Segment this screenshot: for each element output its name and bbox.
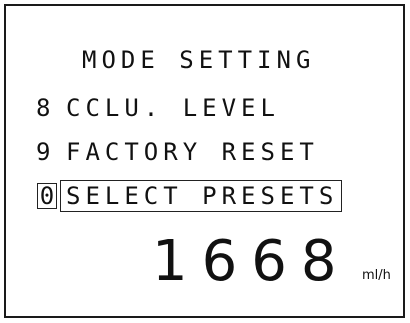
menu-item-factory-reset[interactable]: 9 FACTORY RESET: [36, 138, 319, 166]
menu-item-number: 8: [36, 94, 56, 122]
menu-item-label: FACTORY RESET: [66, 138, 319, 166]
menu-item-cclu-level[interactable]: 8 CCLU. LEVEL: [36, 94, 280, 122]
rate-readout-value: 1668: [152, 229, 351, 294]
menu-item-select-presets[interactable]: 0 SELECT PRESETS: [36, 180, 343, 212]
menu-item-number: 9: [36, 138, 56, 166]
menu-item-label: CCLU. LEVEL: [66, 94, 280, 122]
menu-item-label-selected: SELECT PRESETS: [59, 180, 343, 212]
lcd-display: MODE SETTING 8 CCLU. LEVEL 9 FACTORY RESET…: [4, 4, 405, 318]
rate-readout-unit: ml/h: [362, 268, 391, 283]
screen-title: MODE SETTING: [82, 46, 316, 74]
menu-item-number-selected: 0: [36, 182, 58, 210]
